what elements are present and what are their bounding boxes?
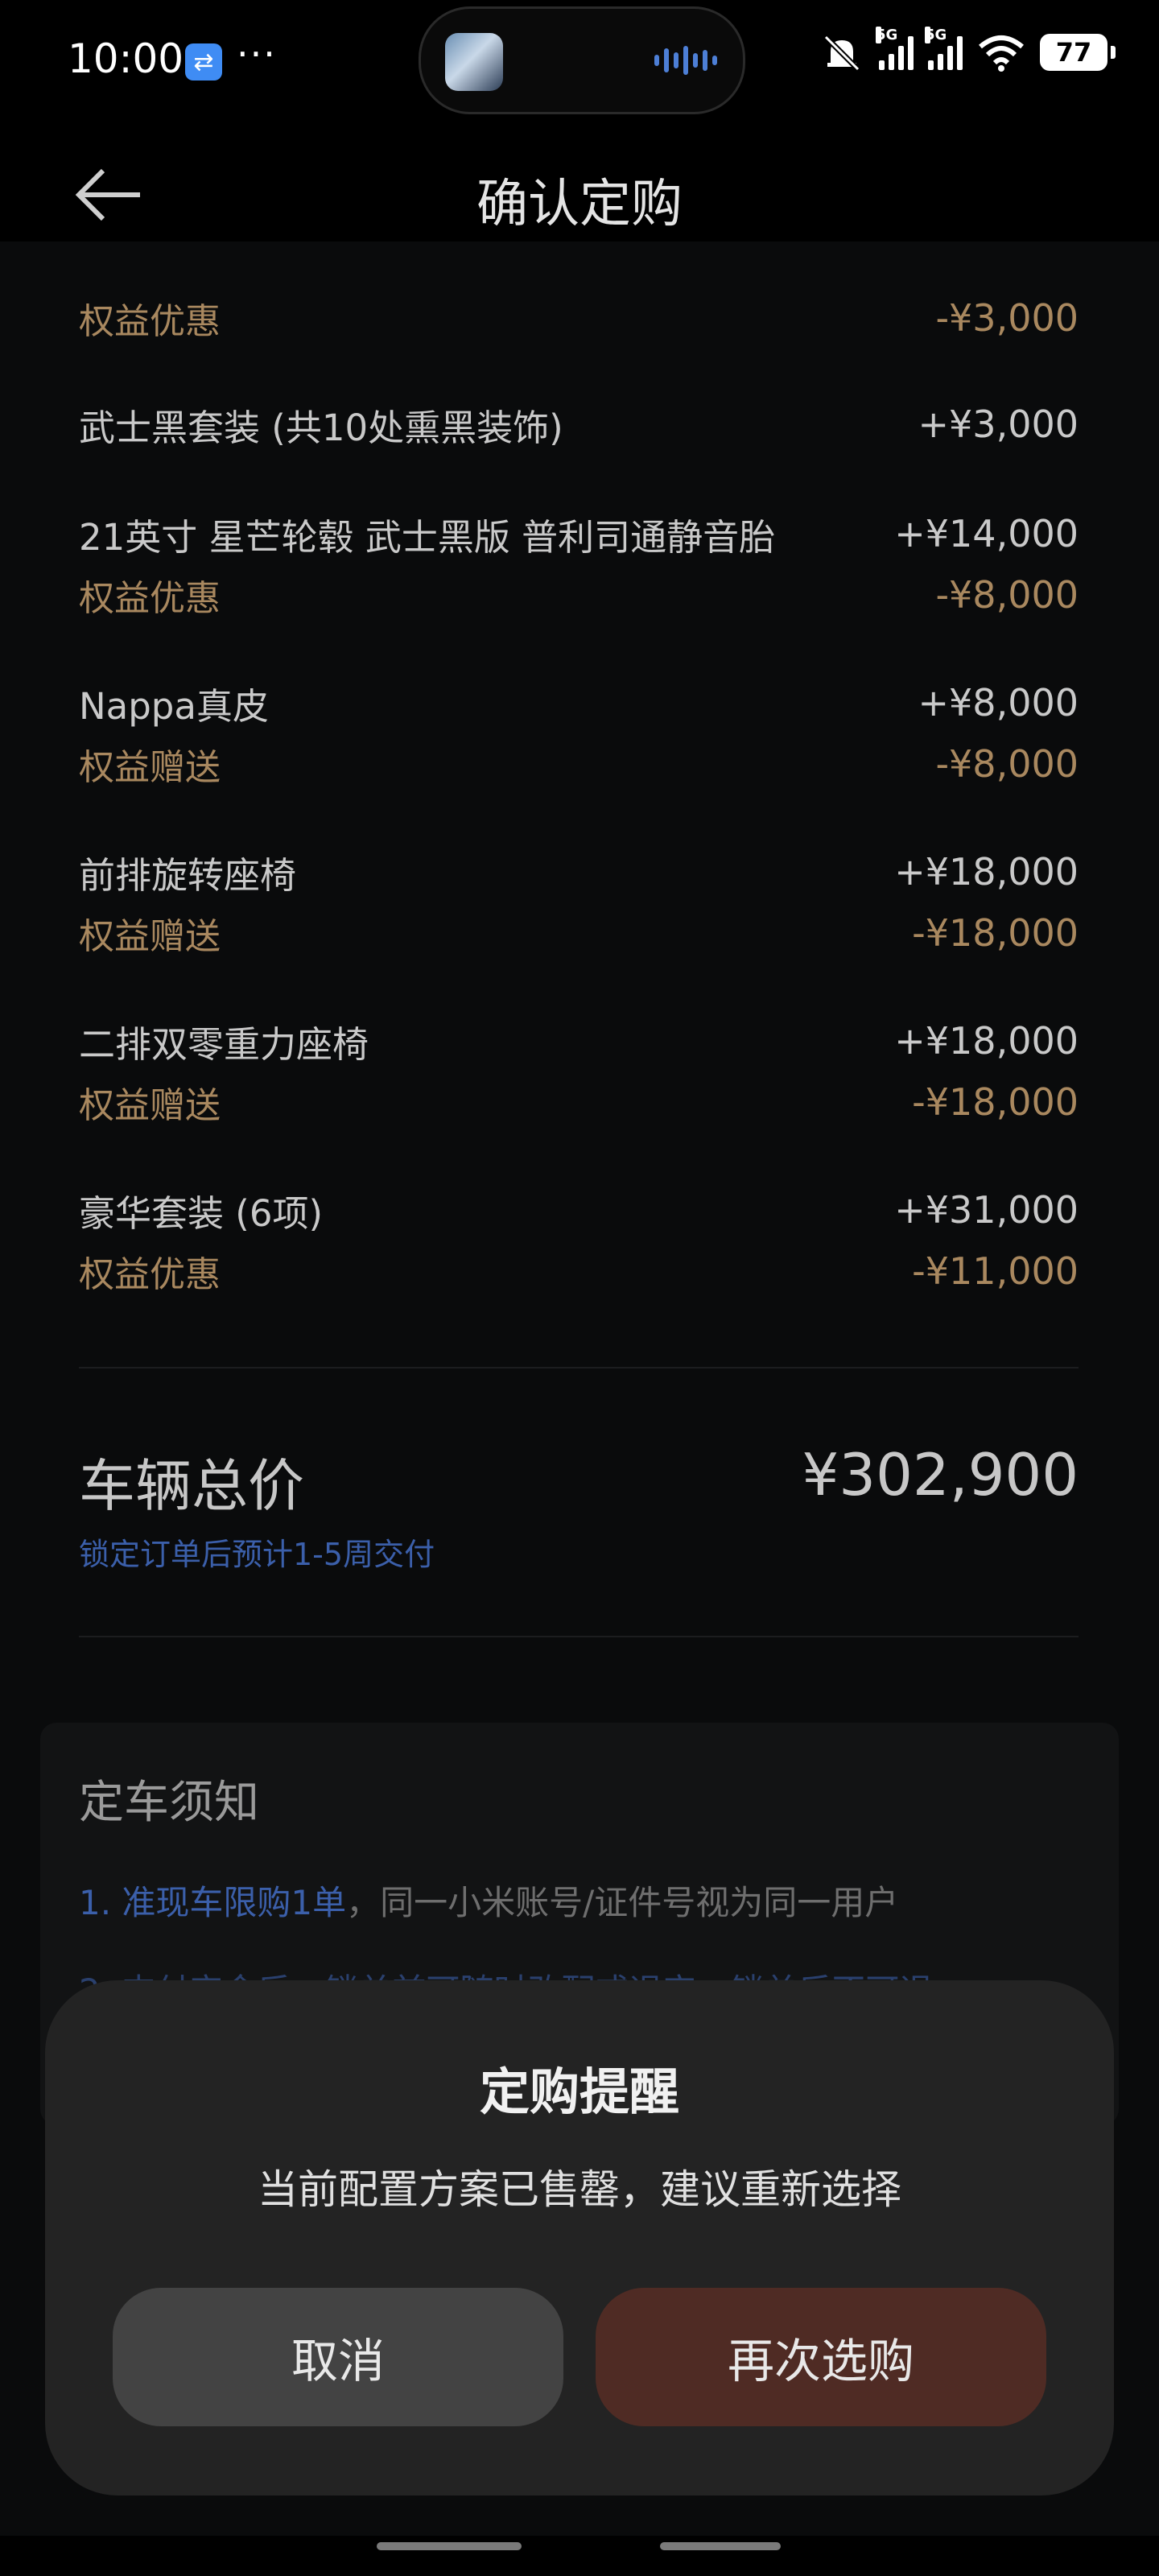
app-notification-icon: ⇄: [185, 43, 222, 80]
dynamic-island[interactable]: [419, 6, 745, 114]
total-price-value: ¥302,900: [802, 1441, 1079, 1509]
discount-label: 权益赠送: [79, 747, 221, 788]
more-notifications-icon: ···: [237, 32, 277, 76]
cellular-signal-1-icon: 5G: [876, 27, 914, 70]
option-name: 豪华套装 (6项): [79, 1191, 324, 1235]
status-bar: 10:00 ⇄ ··· 5G 5G 77: [0, 0, 1159, 121]
battery-icon: 77: [1040, 34, 1116, 71]
price-row: 武士黑套装 (共10处熏黑装饰) +¥3,000: [79, 396, 1079, 452]
option-name: 武士黑套装 (共10处熏黑装饰): [79, 406, 563, 449]
option-price: +¥14,000: [894, 512, 1079, 555]
discount-label: 权益赠送: [79, 916, 221, 957]
notice-highlight: 1. 准现车限购1单: [79, 1883, 347, 1922]
price-row: 21英寸 星芒轮毂 武士黑版 普利司通静音胎 +¥14,000 权益优惠 -¥8…: [79, 506, 1079, 623]
notice-text: ，同一小米账号/证件号视为同一用户: [346, 1883, 899, 1922]
discount-price: -¥3,000: [935, 296, 1079, 340]
discount-price: -¥8,000: [935, 573, 1079, 617]
option-price: +¥18,000: [894, 850, 1079, 894]
option-price: +¥18,000: [894, 1019, 1079, 1063]
gesture-bar: [660, 2542, 781, 2550]
dialog-title: 定购提醒: [479, 2062, 679, 2121]
divider: [79, 1636, 1079, 1637]
wifi-icon: [979, 35, 1024, 72]
discount-label: 权益赠送: [79, 1085, 221, 1126]
total-price-label: 车辆总价: [79, 1453, 304, 1519]
option-price: +¥31,000: [894, 1188, 1079, 1232]
option-name: 二排双零重力座椅: [79, 1022, 369, 1066]
dialog-message: 当前配置方案已售罄，建议重新选择: [258, 2166, 901, 2213]
delivery-estimate: 锁定订单后预计1-5周交付: [79, 1537, 435, 1572]
price-row: 豪华套装 (6项) +¥31,000 权益优惠 -¥11,000: [79, 1182, 1079, 1299]
option-name: 前排旋转座椅: [79, 853, 297, 897]
mute-bell-icon: [823, 35, 860, 72]
option-name: 21英寸 星芒轮毂 武士黑版 普利司通静音胎: [79, 515, 776, 559]
notice-item: 1. 准现车限购1单，同一小米账号/证件号视为同一用户: [79, 1876, 898, 1925]
cellular-signal-2-icon: 5G: [925, 27, 963, 70]
discount-price: -¥18,000: [912, 1080, 1079, 1124]
audio-wave-icon: [654, 46, 717, 75]
page-title: 确认定购: [476, 175, 683, 234]
price-row: Nappa真皮 +¥8,000 权益赠送 -¥8,000: [79, 675, 1079, 792]
status-time: 10:00: [68, 35, 184, 82]
discount-price: -¥11,000: [912, 1249, 1079, 1293]
purchase-reminder-dialog: 定购提醒 当前配置方案已售罄，建议重新选择 取消 再次选购: [45, 1980, 1114, 2496]
price-row: 前排旋转座椅 +¥18,000 权益赠送 -¥18,000: [79, 844, 1079, 961]
discount-price: -¥8,000: [935, 742, 1079, 786]
media-thumbnail: [445, 33, 503, 91]
gesture-bar: [377, 2542, 522, 2550]
discount-label: 权益优惠: [79, 1254, 221, 1295]
price-row: 权益优惠 -¥3,000: [79, 290, 1079, 346]
discount-price: -¥18,000: [912, 911, 1079, 955]
option-price: +¥3,000: [918, 402, 1079, 446]
option-name: Nappa真皮: [79, 684, 269, 728]
divider: [79, 1367, 1079, 1368]
status-icons: 5G 5G 77: [819, 27, 1116, 72]
discount-label: 权益优惠: [79, 301, 221, 342]
page-header: 确认定购: [0, 145, 1159, 242]
discount-label: 权益优惠: [79, 578, 221, 619]
cancel-button[interactable]: 取消: [113, 2288, 563, 2426]
price-row: 二排双零重力座椅 +¥18,000 权益赠送 -¥18,000: [79, 1013, 1079, 1130]
repurchase-button[interactable]: 再次选购: [596, 2288, 1046, 2426]
notice-title: 定车须知: [79, 1777, 259, 1829]
option-price: +¥8,000: [918, 681, 1079, 724]
